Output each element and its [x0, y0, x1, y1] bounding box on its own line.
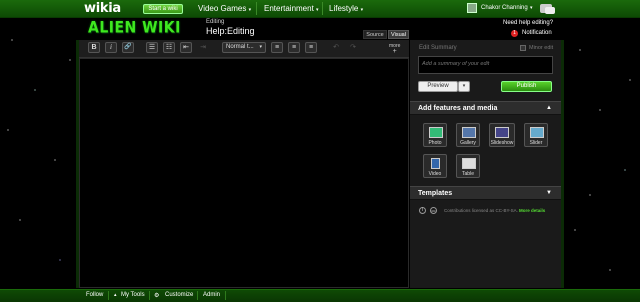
messages-icon-overlay	[545, 7, 555, 14]
user-name[interactable]: Chakor Channing	[481, 5, 528, 11]
need-help-link[interactable]: Need help editing?	[503, 20, 553, 26]
bold-button[interactable]: B	[88, 42, 100, 53]
publish-button[interactable]: Publish	[501, 81, 552, 92]
media-label: Photo	[428, 140, 442, 146]
chevron-down-icon: ▾	[316, 7, 319, 13]
photo-icon	[429, 127, 443, 138]
link-button[interactable]: 🔗	[122, 42, 134, 53]
more-button[interactable]: more +	[389, 44, 400, 56]
add-slider-button[interactable]: Slider	[524, 123, 548, 147]
editor-content-area[interactable]	[79, 58, 409, 288]
start-wiki-button[interactable]: Start a wiki	[143, 4, 183, 14]
format-select-value: Normal t...	[226, 44, 254, 50]
templates-title: Templates	[418, 190, 453, 197]
page-title: Help:Editing	[206, 26, 255, 36]
wiki-logo[interactable]: ALIEN WIKI	[88, 19, 181, 37]
nav-item-entertainment[interactable]: Entertainment ▾	[264, 4, 319, 13]
tab-visual[interactable]: Visual	[388, 30, 409, 39]
nav-item-label: Video Games	[198, 4, 247, 13]
avatar[interactable]	[467, 3, 477, 13]
add-table-button[interactable]: Table	[456, 154, 480, 178]
table-icon	[462, 158, 476, 169]
customize-button[interactable]: Customize	[165, 292, 193, 298]
chevron-down-icon[interactable]: ▾	[530, 5, 533, 11]
add-slideshow-button[interactable]: Slideshow	[489, 123, 515, 147]
media-label: Video	[428, 171, 442, 177]
align-left-button[interactable]: ≡	[271, 42, 283, 53]
more-details-link[interactable]: More details	[519, 208, 545, 213]
add-features-title: Add features and media	[418, 105, 498, 112]
nav-divider	[322, 2, 323, 15]
slideshow-icon	[495, 127, 509, 138]
minor-edit-label: Minor edit	[529, 45, 554, 51]
nav-item-lifestyle[interactable]: Lifestyle ▾	[329, 4, 363, 13]
collapse-icon[interactable]: ▲	[546, 105, 552, 111]
wikia-logo[interactable]: wikia	[84, 1, 121, 16]
chevron-down-icon: ▾	[259, 44, 262, 50]
expand-icon[interactable]: ▼	[546, 190, 552, 196]
italic-button[interactable]: i	[105, 42, 117, 53]
nav-item-video-games[interactable]: Video Games ▾	[198, 4, 251, 13]
undo-button[interactable]: ↶	[330, 42, 342, 53]
chevron-down-icon: ▾	[248, 7, 252, 13]
chevron-up-icon[interactable]: ▴	[114, 292, 117, 298]
tab-source[interactable]: Source	[363, 30, 387, 39]
notification-badge[interactable]: 1	[511, 30, 518, 37]
chevron-down-icon: ▾	[360, 7, 364, 13]
editing-label: Editing	[206, 19, 225, 25]
media-label: Gallery	[460, 140, 476, 146]
page-border-right	[561, 40, 564, 288]
indent-button[interactable]: ⇥	[197, 42, 209, 53]
footer-divider	[149, 291, 150, 300]
redo-button[interactable]: ↷	[347, 42, 359, 53]
video-icon	[431, 158, 440, 169]
license-text: Contributions licensed as CC-BY-SA.	[444, 208, 518, 213]
add-features-header[interactable]: Add features and media ▲	[410, 101, 561, 115]
footer-divider	[225, 291, 226, 300]
align-right-button[interactable]: ≡	[305, 42, 317, 53]
cc-icon: i	[419, 207, 426, 214]
edit-summary-input[interactable]: Add a summary of your edit	[418, 56, 553, 74]
preview-dropdown-button[interactable]: ▾	[458, 81, 470, 92]
nav-divider	[256, 2, 257, 15]
align-center-button[interactable]: ≡	[288, 42, 300, 53]
admin-button[interactable]: Admin	[203, 292, 220, 298]
edit-summary-label: Edit Summary	[419, 45, 457, 51]
media-label: Slideshow	[490, 140, 514, 146]
my-tools-button[interactable]: My Tools	[121, 292, 145, 298]
media-label: Slider	[529, 140, 543, 146]
follow-button[interactable]: Follow	[86, 292, 103, 298]
slider-icon	[530, 127, 544, 138]
gallery-icon	[462, 127, 476, 138]
footer-divider	[108, 291, 109, 300]
templates-header[interactable]: Templates ▼	[410, 186, 561, 200]
add-video-button[interactable]: Video	[423, 154, 447, 178]
minor-edit-checkbox[interactable]	[520, 45, 526, 51]
nav-item-label: Lifestyle	[329, 4, 359, 13]
plus-icon: +	[392, 48, 397, 55]
footer-divider	[197, 291, 198, 300]
preview-button[interactable]: Preview	[418, 81, 458, 92]
add-photo-button[interactable]: Photo	[423, 123, 447, 147]
by-icon: cc	[430, 207, 437, 214]
gear-icon: ⚙	[154, 293, 160, 299]
nav-item-label: Entertainment	[264, 4, 314, 13]
bullet-list-button[interactable]: ☰	[146, 42, 158, 53]
outdent-button[interactable]: ⇤	[180, 42, 192, 53]
add-gallery-button[interactable]: Gallery	[456, 123, 480, 147]
numbered-list-button[interactable]: ☷	[163, 42, 175, 53]
format-select[interactable]: Normal t... ▾	[222, 42, 266, 53]
notification-link[interactable]: Notification	[522, 30, 552, 36]
media-label: Table	[462, 171, 474, 177]
